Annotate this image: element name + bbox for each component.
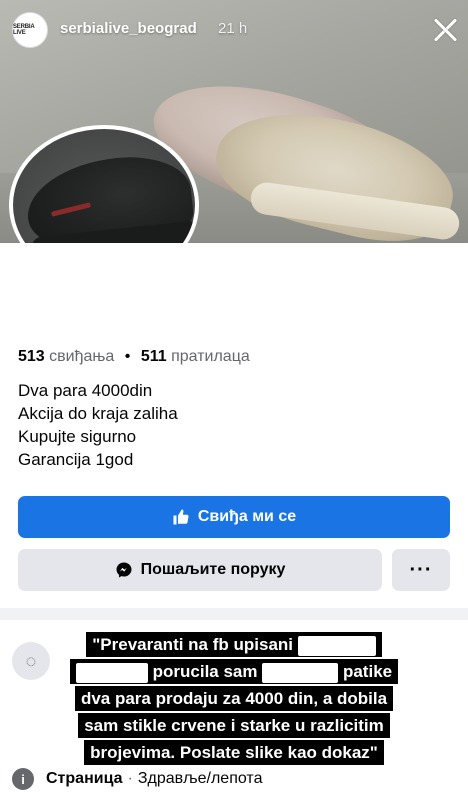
bio-line: Dva para 4000din [18, 381, 153, 400]
page-category[interactable]: Здравље/лепота [138, 770, 263, 788]
page-stats: 513 свиђања • 511 пратилаца [18, 348, 250, 366]
messenger-icon [116, 562, 132, 578]
redacted-block [75, 662, 148, 683]
likes-count: 513 [18, 348, 45, 365]
bio-line: Kupujte sigurno [18, 427, 137, 446]
like-button-label: Свиђа ми се [197, 508, 297, 525]
like-button[interactable]: Свиђа ми се [18, 496, 450, 538]
caption-line: "Prevaranti na fb upisani [86, 632, 382, 657]
story-avatar[interactable]: SERBIA LIVE [12, 12, 48, 48]
info-icon: i [12, 768, 34, 790]
caption-line: dva para prodaju za 4000 din, a dobila [74, 686, 394, 711]
close-icon[interactable] [432, 16, 460, 44]
page-category-row: i Страница · Здравље/лепота [12, 768, 262, 790]
story-header: SERBIA LIVE serbialive_beograd 21 h [0, 0, 468, 64]
caption-text: "Prevaranti na fb upisani [92, 635, 294, 654]
redacted-block [297, 635, 376, 656]
page-info-card: 513 свиђања • 511 пратилаца Dva para 400… [0, 243, 468, 608]
caption-line: brojevima. Poslate slike kao dokaz" [84, 740, 384, 765]
category-separator: · [127, 770, 133, 787]
send-message-button[interactable]: Пошаљите поруку [18, 549, 382, 591]
followers-label: пратилаца [171, 348, 250, 365]
more-options-button[interactable]: ··· [392, 549, 450, 591]
story-username[interactable]: serbialive_beograd [60, 20, 197, 37]
caption-text: patike [342, 662, 393, 681]
caption-line: sam stikle crvene i starke u razlicitim [78, 713, 390, 738]
caption-line: porucila sam patike [69, 659, 399, 684]
story-timestamp: 21 h [218, 20, 248, 37]
story-caption: "Prevaranti na fb upisani porucila sam p… [0, 630, 468, 765]
caption-text: porucila sam [152, 662, 258, 681]
likes-label: свиђања [49, 348, 115, 365]
page-bio: Dva para 4000din Akcija do kraja zaliha … [18, 379, 178, 471]
bio-line: Akcija do kraja zaliha [18, 404, 178, 423]
story-avatar-logo-text: SERBIA LIVE [13, 24, 35, 36]
stats-separator: • [124, 348, 131, 365]
send-message-label: Пошаљите поруку [140, 561, 286, 578]
redacted-block [262, 662, 339, 683]
page-type: Страница [46, 770, 123, 787]
thumbs-up-icon [173, 509, 189, 525]
followers-count: 511 [140, 348, 167, 365]
bio-line: Garancija 1god [18, 450, 134, 469]
